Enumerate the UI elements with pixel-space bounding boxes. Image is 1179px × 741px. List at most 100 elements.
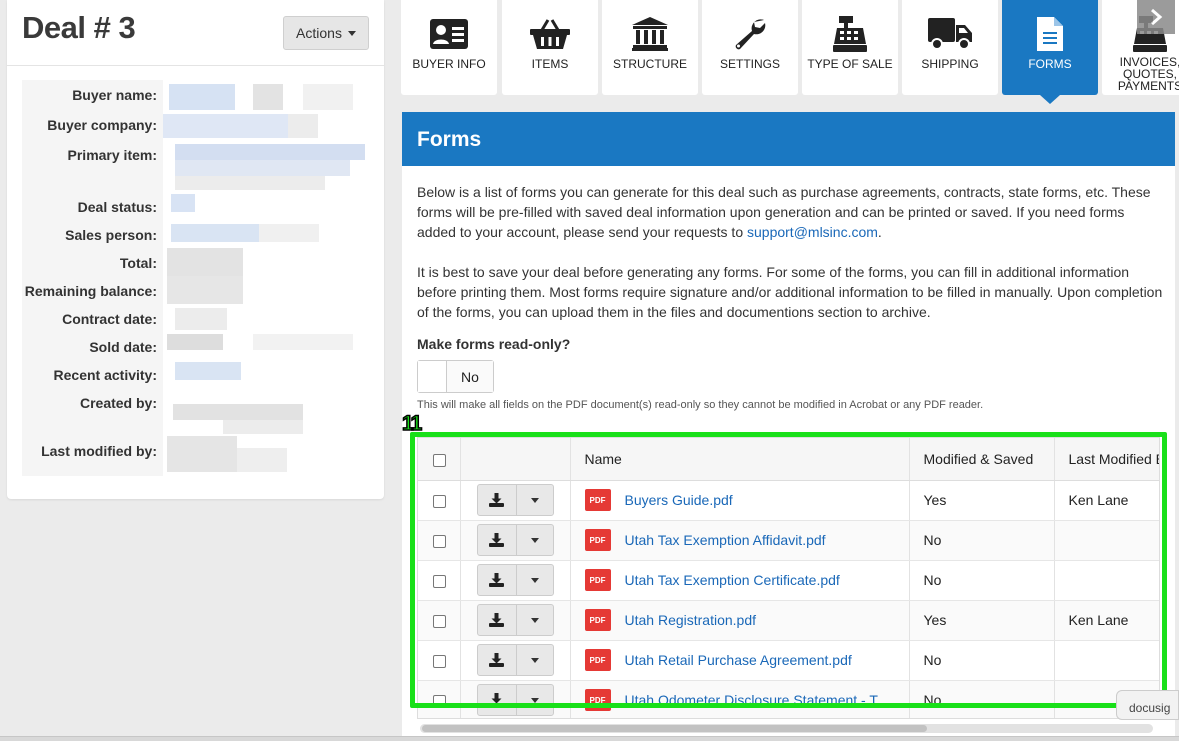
pdf-badge-text: PDF — [589, 575, 606, 585]
primary-item-value-redacted — [163, 140, 377, 192]
buyer-company-value-redacted — [163, 110, 377, 140]
info-row-sales-person: Sales person: — [22, 220, 377, 248]
actions-column-header — [460, 438, 571, 481]
download-button[interactable] — [478, 685, 517, 715]
download-icon — [489, 573, 504, 587]
file-name-cell: PDF Buyers Guide.pdf — [570, 480, 910, 521]
tab-type-of-sale[interactable]: TYPE OF SALE — [802, 0, 898, 95]
file-name-cell: PDF Utah Tax Exemption Affidavit.pdf — [570, 520, 910, 561]
file-name-cell: PDF Utah Odometer Disclosure Statement - … — [570, 680, 910, 718]
row-options-dropdown[interactable] — [517, 685, 553, 715]
row-actions-cell — [460, 640, 571, 681]
modified-saved-cell: Yes — [909, 480, 1055, 521]
row-checkbox[interactable] — [433, 534, 446, 548]
readonly-toggle[interactable]: No — [417, 360, 494, 393]
download-button[interactable] — [478, 645, 517, 675]
deal-status-label: Deal status: — [22, 192, 163, 220]
caret-down-icon — [530, 537, 539, 543]
window-bottom-bar — [0, 736, 1179, 741]
modified-saved-cell: Yes — [909, 600, 1055, 641]
row-checkbox[interactable] — [433, 694, 446, 708]
download-button[interactable] — [478, 565, 517, 595]
row-checkbox[interactable] — [433, 654, 446, 668]
tab-label: TYPE OF SALE — [807, 57, 893, 71]
table-row: PDF Utah Registration.pdf Yes Ken Lane — [418, 600, 1159, 641]
readonly-label: Make forms read-only? — [417, 336, 571, 352]
row-options-dropdown[interactable] — [517, 525, 553, 555]
table-row: PDF Utah Tax Exemption Certificate.pdf No — [418, 560, 1159, 601]
recent-activity-value-redacted — [163, 360, 377, 388]
caret-down-icon — [530, 617, 539, 623]
tab-label: SETTINGS — [719, 57, 780, 71]
pdf-badge-text: PDF — [589, 655, 606, 665]
select-all-cell — [418, 438, 461, 481]
row-checkbox[interactable] — [433, 494, 446, 508]
file-name-link[interactable]: Buyers Guide.pdf — [625, 492, 733, 508]
contract-date-label: Contract date: — [22, 304, 163, 332]
support-email-link[interactable]: support@mlsinc.com — [747, 224, 878, 240]
info-row-total: Total: — [22, 248, 377, 276]
modified-saved-cell: No — [909, 680, 1055, 718]
forms-description-end: . — [877, 224, 882, 240]
actions-dropdown-button[interactable]: Actions — [283, 16, 369, 50]
tab-buyer-info[interactable]: BUYER INFO — [401, 0, 497, 95]
file-name-link[interactable]: Utah Odometer Disclosure Statement - T..… — [625, 692, 889, 708]
row-checkbox[interactable] — [433, 614, 446, 628]
table-horizontal-scrollbar[interactable] — [420, 724, 1153, 733]
docusign-floating-tab[interactable]: docusig — [1116, 690, 1179, 720]
tab-structure[interactable]: STRUCTURE — [602, 0, 698, 95]
actions-label: Actions — [296, 25, 342, 41]
select-all-checkbox[interactable] — [433, 453, 446, 467]
name-column-header[interactable]: Name — [570, 438, 910, 481]
annotation-number: 11 — [401, 411, 423, 436]
table-header-row: Name Modified & Saved Last Modified B — [418, 438, 1159, 481]
table-row: PDF Buyers Guide.pdf Yes Ken Lane — [418, 480, 1159, 521]
pdf-badge-text: PDF — [589, 695, 606, 705]
total-label: Total: — [22, 248, 163, 276]
row-options-dropdown[interactable] — [517, 605, 553, 635]
row-options-dropdown[interactable] — [517, 565, 553, 595]
last-modified-column-header[interactable]: Last Modified B — [1054, 438, 1159, 481]
pdf-file-icon: PDF — [584, 569, 611, 591]
pdf-badge-text: PDF — [589, 495, 606, 505]
info-row-sold-date: Sold date: — [22, 332, 377, 360]
sold-date-value-redacted — [163, 332, 377, 360]
toggle-knob — [418, 361, 447, 392]
tab-settings[interactable]: SETTINGS — [702, 0, 798, 95]
deal-status-value-redacted — [163, 192, 377, 220]
table-row: PDF Utah Tax Exemption Affidavit.pdf No — [418, 520, 1159, 561]
deal-tabs: BUYER INFO ITEMS STRUCTURE SETTINGS TYPE… — [401, 0, 1179, 95]
buyer-name-value-redacted — [163, 80, 377, 110]
download-button[interactable] — [478, 525, 517, 555]
file-name-link[interactable]: Utah Tax Exemption Certificate.pdf — [625, 572, 840, 588]
row-options-dropdown[interactable] — [517, 645, 553, 675]
file-name-link[interactable]: Utah Retail Purchase Agreement.pdf — [625, 652, 852, 668]
tab-forms[interactable]: FORMS — [1002, 0, 1098, 95]
download-button[interactable] — [478, 605, 517, 635]
tabs-scroll-right-button[interactable] — [1137, 0, 1175, 34]
caret-down-icon — [530, 697, 539, 703]
download-button[interactable] — [478, 485, 517, 515]
buyer-company-label: Buyer company: — [22, 110, 163, 140]
last-modified-by-cell — [1054, 560, 1159, 601]
truck-icon — [928, 16, 972, 52]
download-icon — [489, 613, 504, 627]
row-checkbox-cell — [418, 520, 461, 561]
modified-saved-column-header[interactable]: Modified & Saved — [909, 438, 1055, 481]
file-name-link[interactable]: Utah Registration.pdf — [625, 612, 757, 628]
row-actions-cell — [460, 520, 571, 561]
deal-title: Deal # 3 — [22, 10, 136, 45]
sales-person-value-redacted — [163, 220, 377, 248]
scrollbar-thumb[interactable] — [422, 725, 927, 732]
file-name-link[interactable]: Utah Tax Exemption Affidavit.pdf — [625, 532, 826, 548]
row-options-dropdown[interactable] — [517, 485, 553, 515]
last-modified-by-cell: Ken Lane — [1054, 600, 1159, 641]
download-icon — [489, 653, 504, 667]
tab-items[interactable]: ITEMS — [502, 0, 598, 95]
row-checkbox[interactable] — [433, 574, 446, 588]
tab-shipping[interactable]: SHIPPING — [902, 0, 998, 95]
pdf-badge-text: PDF — [589, 615, 606, 625]
row-action-split-button — [476, 484, 554, 516]
tab-label: BUYER INFO — [412, 57, 486, 71]
pdf-file-icon: PDF — [584, 609, 611, 631]
